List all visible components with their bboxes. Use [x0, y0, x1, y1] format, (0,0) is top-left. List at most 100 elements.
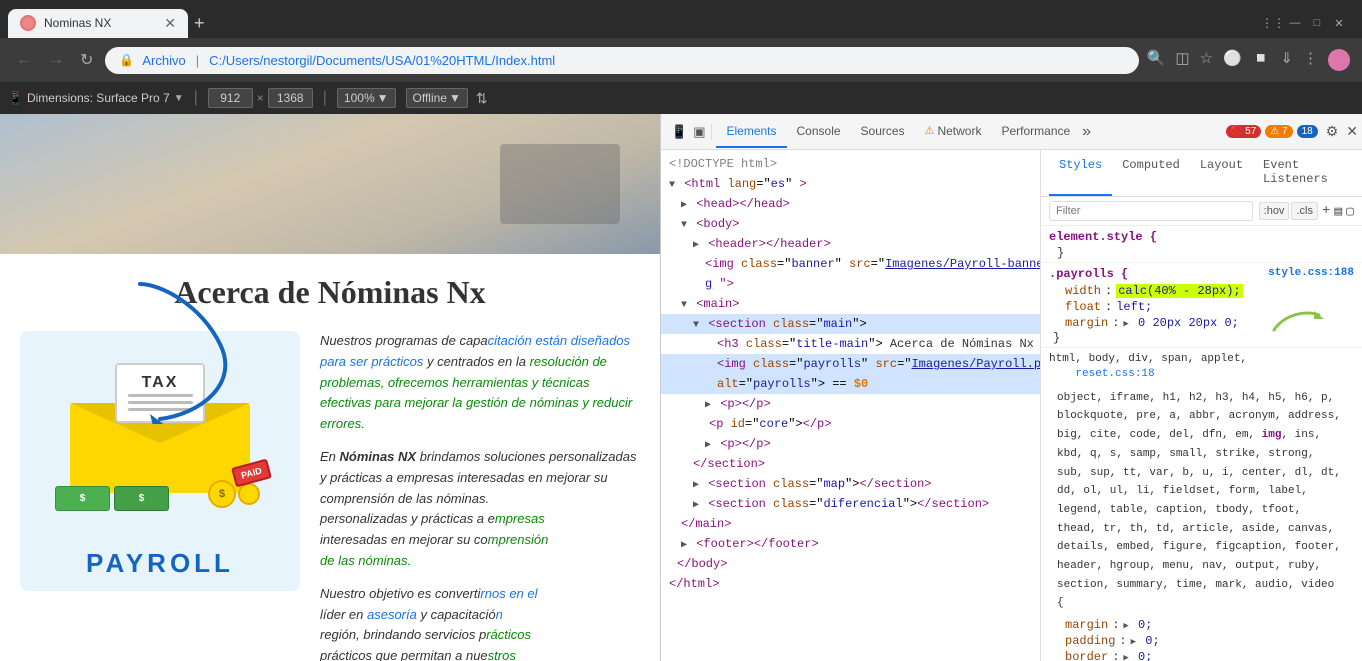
device-selector[interactable]: 📱 Dimensions: Surface Pro 7 ▼ [8, 91, 184, 105]
extensions-icon[interactable]: ◽ [1252, 49, 1271, 71]
tab-favicon [20, 15, 36, 31]
filter-cls-button[interactable]: .cls [1291, 202, 1318, 220]
address-separator: | [196, 53, 199, 68]
dom-payrolls-alt[interactable]: alt="payrolls"> == $0 [661, 374, 1040, 394]
zoom-selector[interactable]: 100% ▼ [337, 88, 396, 108]
styles-filter-bar: :hov .cls + ▤ ▢ [1041, 197, 1362, 226]
settings-icon[interactable]: ⋮ [1303, 49, 1318, 71]
close-devtools-button[interactable]: ✕ [1346, 123, 1358, 140]
dom-section-main[interactable]: ▼ <section class="main"> [661, 314, 1040, 334]
active-tab[interactable]: Nominas NX ✕ [8, 9, 188, 38]
element-style-label: element.style { [1049, 230, 1157, 244]
profile-icon[interactable]: ⚪ [1223, 49, 1242, 71]
dom-p2[interactable]: ▶ <p> ​ </p> [661, 434, 1040, 454]
devtools-mobile-icon[interactable]: 📱 [671, 124, 687, 140]
warning-badge: ⚠ 7 [1265, 125, 1292, 138]
height-input[interactable] [268, 88, 313, 108]
page-content: Acerca de Nóminas Nx TAX [0, 114, 660, 661]
dom-footer[interactable]: ▶ <footer> ​ </footer> [661, 534, 1040, 554]
dom-section-map[interactable]: ▶ <section class="map"> ​ </section> [661, 474, 1040, 494]
new-tab-button[interactable]: + [194, 13, 205, 34]
dom-html-close[interactable]: </html> [661, 574, 1040, 594]
bookmark-icon[interactable]: ☆ [1200, 49, 1213, 71]
minimize-button[interactable]: — [1288, 16, 1302, 30]
payrolls-selector: .payrolls { style.css:188 [1049, 267, 1354, 281]
sub-tab-event-listeners[interactable]: Event Listeners [1253, 150, 1354, 196]
close-button[interactable]: ✕ [1332, 16, 1346, 30]
dom-section-dif[interactable]: ▶ <section class="diferencial"> ​ </sect… [661, 494, 1040, 514]
tab-elements[interactable]: Elements [716, 116, 786, 148]
styles-sub-tabs: Styles Computed Layout Event Listeners [1041, 150, 1362, 197]
page-title-section: Acerca de Nóminas Nx [0, 254, 660, 321]
payroll-illustration: TAX [20, 331, 300, 591]
address-toolbar: 🔍 ◫ ☆ ⚪ ◽ ⇓ ⋮ [1147, 49, 1350, 71]
sync-icon[interactable]: ⇓ [1280, 49, 1293, 71]
dimension-x: × [257, 91, 264, 105]
error-icon: 🚫 [1231, 126, 1243, 137]
dom-payrolls-img[interactable]: <img class="payrolls" src="Imagenes/Payr… [661, 354, 1040, 374]
reset-source[interactable]: reset.css:18 [1075, 368, 1154, 380]
reset-selector: html, body, div, span, applet, reset.css… [1049, 352, 1354, 383]
coin-2 [238, 483, 260, 505]
dom-h3[interactable]: <h3 class="title-main"> Acerca de Nómina… [661, 334, 1040, 354]
back-button[interactable]: ← [12, 47, 36, 73]
sub-tab-layout[interactable]: Layout [1190, 150, 1253, 196]
settings-button[interactable]: ⚙ [1326, 123, 1339, 140]
reset-margin-prop: margin : ▶ 0; [1049, 617, 1354, 633]
forward-button[interactable]: → [44, 47, 68, 73]
dom-img-src-cont[interactable]: g "> [661, 274, 1040, 294]
window-controls: ⋮⋮ — □ ✕ [1266, 16, 1354, 30]
offline-selector[interactable]: Offline ▼ [406, 88, 468, 108]
tab-network[interactable]: ⚠ Network [915, 116, 992, 148]
maximize-button[interactable]: □ [1310, 16, 1324, 30]
devtools-dock-icon[interactable]: ▣ [693, 124, 705, 140]
dom-tree[interactable]: <!DOCTYPE html> ▼ <html lang="es" > ▶ <h… [661, 150, 1041, 661]
tab-network-label: Network [937, 124, 981, 138]
dom-head[interactable]: ▶ <head> ​ </head> [661, 194, 1040, 214]
style-toggle-icon[interactable]: ▢ [1346, 204, 1354, 219]
address-input[interactable]: 🔒 Archivo | C:/Users/nestorgil/Documents… [105, 47, 1138, 74]
dom-section-close[interactable]: </section> [661, 454, 1040, 474]
tab-close-button[interactable]: ✕ [164, 15, 176, 32]
add-style-button[interactable]: + [1322, 203, 1330, 219]
zoom-chevron: ▼ [377, 91, 389, 105]
reload-button[interactable]: ↻ [76, 46, 97, 74]
tab-bar: Nominas NX ✕ + ⋮⋮ — □ ✕ [0, 0, 1362, 38]
tab-sources[interactable]: Sources [851, 116, 915, 148]
cast-icon[interactable]: ◫ [1175, 49, 1189, 71]
dom-header[interactable]: ▶ <header> ​ </header> [661, 234, 1040, 254]
element-style-selector: element.style { [1049, 230, 1354, 244]
info-count: 18 [1302, 126, 1313, 137]
tab-performance[interactable]: Performance [991, 116, 1080, 148]
styles-filter-input[interactable] [1049, 201, 1253, 221]
rotate-button[interactable]: ⇅ [476, 90, 488, 107]
para-2: En Nóminas NX brindamos soluciones perso… [320, 447, 640, 572]
user-avatar[interactable] [1328, 49, 1350, 71]
dom-banner-img[interactable]: <img class="banner" src="Imagenes/Payrol… [661, 254, 1040, 274]
coin: $ [208, 480, 236, 508]
more-tabs-button[interactable]: » [1082, 123, 1091, 141]
sub-tab-computed[interactable]: Computed [1112, 150, 1190, 196]
dom-p-core[interactable]: <p id="core"> ​ </p> [661, 414, 1040, 434]
para-2-text: En Nóminas NX brindamos soluciones perso… [320, 449, 637, 506]
dom-p1[interactable]: ▶ <p> ​ </p> [661, 394, 1040, 414]
reset-border-val: ▶ 0; [1123, 650, 1152, 661]
dom-main-close[interactable]: </main> [661, 514, 1040, 534]
dom-body-close[interactable]: </body> [661, 554, 1040, 574]
tab-console[interactable]: Console [787, 116, 851, 148]
devtools-main-tabs: 📱 ▣ Elements Console Sources ⚠ Network P… [661, 114, 1362, 150]
dom-body[interactable]: ▼ <body> [661, 214, 1040, 234]
sub-tab-styles[interactable]: Styles [1049, 150, 1112, 196]
style-new-rule-icon[interactable]: ▤ [1334, 204, 1342, 219]
dim-sep2: | [323, 89, 327, 107]
dom-main[interactable]: ▼ <main> [661, 294, 1040, 314]
reset-rule-header: html, body, div, span, applet, reset.css… [1049, 352, 1354, 383]
file-label: Archivo [142, 53, 185, 68]
filter-hov-button[interactable]: :hov [1259, 202, 1290, 220]
dom-doctype[interactable]: <!DOCTYPE html> [661, 154, 1040, 174]
reset-selector-full: object, iframe, h1, h2, h3, h4, h5, h6, … [1049, 385, 1354, 617]
width-input[interactable] [208, 88, 253, 108]
search-icon[interactable]: 🔍 [1147, 49, 1166, 71]
dom-html[interactable]: ▼ <html lang="es" > [661, 174, 1040, 194]
payroll-image-container: TAX [20, 331, 300, 661]
